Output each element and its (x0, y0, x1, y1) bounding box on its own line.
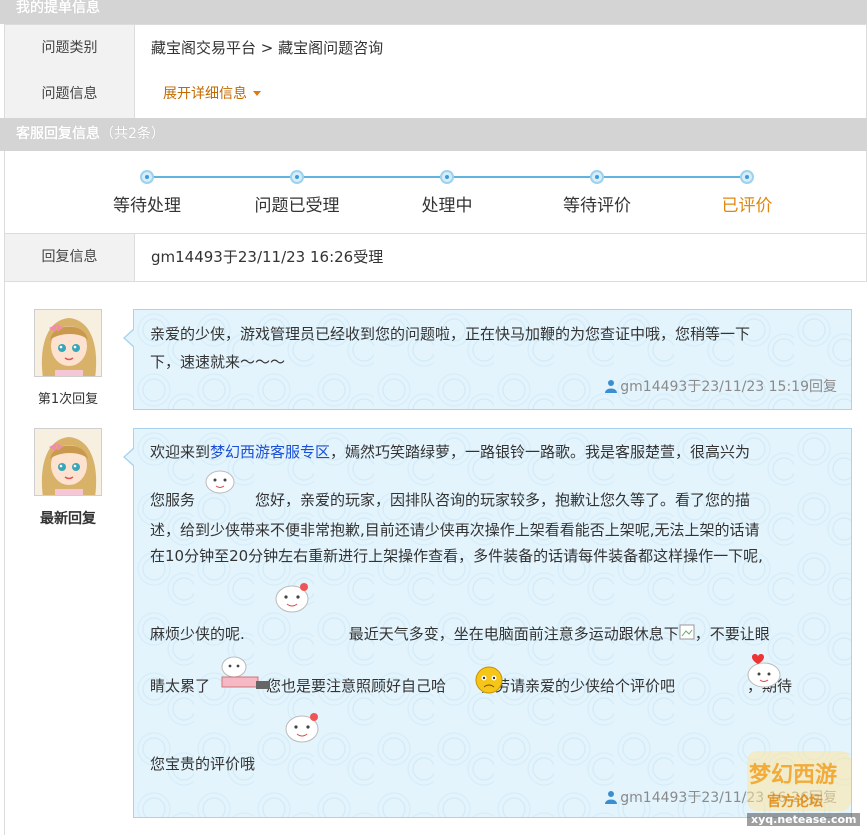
reply-1-meta-text: gm14493于23/11/23 15:19回复 (620, 379, 837, 395)
ghost-emoji-icon (275, 583, 309, 613)
reply-info-header: 客服回复信息（共2条） (0, 118, 867, 151)
reply-2-para-5: 麻烦少侠的呢. 最近天气多变，坐在电脑面前注意多运动跟休息下 ，不要让眼 (150, 569, 835, 647)
reply-info-value: gm14493于23/11/23 16:26受理 (151, 248, 384, 266)
reply-info-title: 客服回复信息 (16, 126, 100, 142)
ghost-sign-emoji-icon (221, 656, 270, 689)
reply-2-text: ，不要让眼 (694, 625, 770, 643)
reply-2-para-4: 在10分钟至20分钟左右重新进行上架操作查看，多件装备的话请每件装备都这样操作一… (150, 547, 763, 565)
progress-step-dot (440, 170, 454, 184)
reply-2-para-1: 欢迎来到梦幻西游客服专区，嫣然巧笑踏绿萝，一路银铃一路歌。我是客服楚萱，很高兴为 (150, 439, 835, 465)
avatar (34, 309, 102, 377)
reply-2-text: 您好，亲爱的玩家，因排队咨询的玩家较多，抱歉让您久等了。看了您的描 (255, 491, 751, 509)
avatar (34, 428, 102, 496)
broken-image-icon (679, 622, 695, 648)
watermark-url: xyq.netease.com (747, 813, 861, 826)
service-zone-link[interactable]: 梦幻西游客服专区 (210, 443, 330, 461)
reply-2-text: 您宝贵的评价哦 (150, 755, 256, 773)
ghost-emoji-icon (285, 713, 319, 743)
reply-2-text: 欢迎来到 (150, 443, 211, 461)
avatar-girl-icon (35, 429, 101, 495)
game-logo-watermark: 梦幻西游 官方论坛 xyq.netease.com (739, 747, 861, 831)
info-label: 问题信息 (5, 71, 135, 118)
progress-step-dot (290, 170, 304, 184)
order-info-title: 我的提单信息 (16, 0, 100, 16)
sad-face-emoji-icon (475, 666, 503, 694)
reply-2-para-7: 您宝贵的评价哦 (150, 699, 835, 777)
reply-2-caption: 最新回复 (40, 511, 96, 527)
person-icon (605, 380, 618, 393)
progress-step-dot (740, 170, 754, 184)
progress-step-dot (140, 170, 154, 184)
reply-2-text: ，劳请亲爱的少侠给个评价吧 (480, 677, 676, 695)
reply-info-row: 回复信息 gm14493于23/11/23 16:26受理 (4, 234, 867, 282)
reply-2-text: 您服务 (150, 491, 196, 509)
progress-step-dot (590, 170, 604, 184)
expand-details-link[interactable]: 展开详细信息 (163, 71, 261, 118)
progress-step-label: 等待处理 (113, 196, 181, 216)
ghost-heart-emoji-icon (747, 654, 781, 688)
person-icon (605, 791, 618, 804)
reply-2-text: 您也是要注意照顾好自己哈 (266, 677, 447, 695)
reply-info-label: 回复信息 (5, 234, 135, 281)
reply-1-meta: gm14493于23/11/23 15:19回复 (604, 373, 837, 401)
category-value: 藏宝阁交易平台 > 藏宝阁问题咨询 (151, 39, 384, 57)
reply-1-caption: 第1次回复 (37, 392, 99, 407)
reply-2-text: 最近天气多变，坐在电脑面前注意多运动跟休息下 (348, 625, 679, 643)
watermark-logo-text: 梦幻西游 (749, 762, 838, 788)
expand-details-text: 展开详细信息 (163, 86, 247, 102)
progress-step-label: 等待评价 (563, 196, 631, 216)
reply-info-count: （共2条） (100, 126, 165, 142)
ghost-emoji-icon (205, 470, 235, 494)
progress-step-label: 问题已受理 (254, 196, 340, 216)
reply-2-para-6: 睛太累了您也是要注意照顾好自己哈，劳请亲爱的少侠给个评价吧，期待 (150, 647, 835, 699)
info-row: 问题信息 展开详细信息 (4, 71, 867, 119)
category-label: 问题类别 (5, 25, 135, 71)
reply-2-text: 麻烦少侠的呢. (150, 625, 245, 643)
category-row: 问题类别 藏宝阁交易平台 > 藏宝阁问题咨询 (4, 24, 867, 72)
reply-2-para-3: 述，给到少侠带来不便非常抱歉,目前还请少侠再次操作上架看看能否上架呢,无法上架的… (150, 521, 760, 539)
reply-2-text: ，嫣然巧笑踏绿萝，一路银铃一路歌。我是客服楚萱，很高兴为 (330, 443, 751, 461)
progress-tracker: 等待处理 问题已受理 处理中 等待评价 已评价 (4, 151, 867, 234)
progress-step-label: 已评价 (721, 196, 773, 216)
replies-area: 第1次回复 亲爱的少侠，游戏管理员已经收到您的问题啦，正在快马加鞭的为您查证中哦… (4, 282, 867, 835)
caret-down-icon (253, 91, 261, 96)
avatar-girl-icon (35, 310, 101, 376)
reply-1-bubble: 亲爱的少侠，游戏管理员已经收到您的问题啦，正在快马加鞭的为您查证中哦，您稍等一下… (123, 309, 852, 410)
reply-2-text: 睛太累了 (150, 677, 211, 695)
reply-1-line-1: 亲爱的少侠，游戏管理员已经收到您的问题啦，正在快马加鞭的为您查证中哦，您稍等一下 (150, 325, 751, 343)
reply-1-line-2: 下，速速就来～～～ (150, 353, 286, 371)
order-info-header: 我的提单信息 (0, 0, 867, 24)
progress-step-label: 处理中 (421, 196, 473, 216)
reply-2-para-2: 您服务 您好，亲爱的玩家，因排队咨询的玩家较多，抱歉让您久等了。看了您的描 (150, 465, 835, 517)
watermark-sub-text: 官方论坛 (767, 794, 823, 810)
